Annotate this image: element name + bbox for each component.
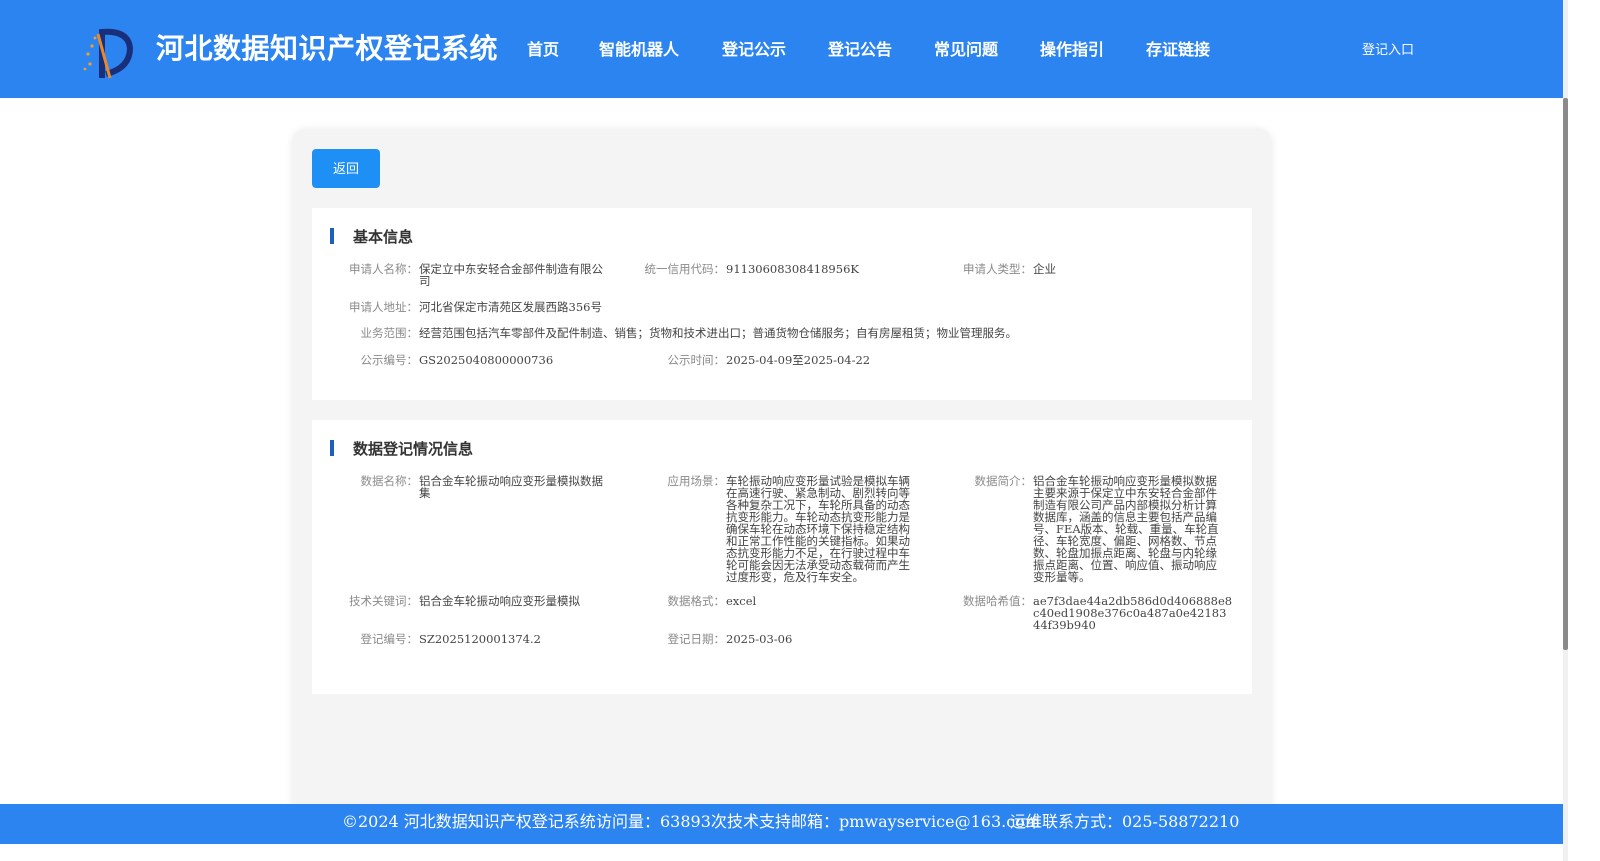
system-title: 河北数据知识产权登记系统	[156, 32, 499, 65]
data-intro-value: 铝合金车轮振动响应变形量模拟数据主要来源于保定立中东安轻合金部件制造有限公司产品…	[1033, 474, 1219, 584]
data-name-label: 数据名称：	[360, 474, 419, 488]
keywords-value: 铝合金车轮振动响应变形量模拟	[419, 594, 580, 608]
applicant-type-label: 申请人类型：	[963, 262, 1032, 276]
registration-date-value: 2025-03-06	[726, 632, 793, 646]
site-logo-icon	[83, 28, 134, 79]
scenario-value: 车轮振动响应变形量试验是模拟车辆在高速行驶、紧急制动、剧烈转向等各种复杂工况下，…	[726, 474, 910, 584]
data-hash-label: 数据哈希值：	[963, 594, 1032, 608]
footer-support-email: 技术支持邮箱：pmwayservice@163.com	[727, 812, 1040, 831]
nav-registration-publicity[interactable]: 登记公示	[722, 36, 786, 60]
data-hash-value: ae7f3dae44a2db586d0d406888e8c40ed1908e37…	[1033, 594, 1233, 632]
credit-code-label: 统一信用代码：	[644, 262, 726, 276]
notice-time-label: 公示时间：	[667, 353, 726, 367]
data-format-value: excel	[726, 594, 757, 608]
page-footer: ©2024 河北数据知识产权登记系统 访问量：63893次 技术支持邮箱：pmw…	[0, 804, 1563, 844]
business-scope-label: 业务范围：	[360, 326, 419, 340]
nav-guide[interactable]: 操作指引	[1040, 36, 1104, 60]
registration-no-value: SZ2025120001374.2	[419, 632, 541, 646]
footer-copyright: ©2024 河北数据知识产权登记系统	[342, 812, 596, 831]
nav-robot[interactable]: 智能机器人	[599, 36, 679, 60]
section-accent-bar	[330, 228, 334, 244]
notice-no-value: GS2025040800000736	[419, 353, 554, 367]
applicant-name-label: 申请人名称：	[349, 262, 418, 276]
address-label: 申请人地址：	[349, 300, 418, 314]
nav-faq[interactable]: 常见问题	[934, 36, 998, 60]
login-entry-link[interactable]: 登记入口	[1362, 39, 1414, 58]
basic-info-card: 基本信息 申请人名称： 保定立中东安轻合金部件制造有限公司 统一信用代码： 91…	[312, 208, 1252, 400]
data-registration-title: 数据登记情况信息	[353, 440, 474, 458]
data-name-value: 铝合金车轮振动响应变形量模拟数据集	[419, 474, 603, 500]
scenario-label: 应用场景：	[667, 474, 726, 488]
applicant-name-value: 保定立中东安轻合金部件制造有限公司	[419, 262, 603, 288]
data-registration-card: 数据登记情况信息 数据名称： 铝合金车轮振动响应变形量模拟数据集 应用场景： 车…	[312, 420, 1252, 694]
nav-evidence-link[interactable]: 存证链接	[1146, 36, 1210, 60]
top-header: 河北数据知识产权登记系统 首页 智能机器人 登记公示 登记公告 常见问题 操作指…	[0, 0, 1563, 98]
data-intro-label: 数据简介：	[974, 474, 1033, 488]
back-button[interactable]: 返回	[312, 149, 380, 188]
nav-home[interactable]: 首页	[527, 36, 559, 60]
data-format-label: 数据格式：	[667, 594, 726, 608]
keywords-label: 技术关键词：	[349, 594, 418, 608]
basic-info-title: 基本信息	[353, 228, 414, 246]
nav-registration-announcement[interactable]: 登记公告	[828, 36, 892, 60]
applicant-type-value: 企业	[1033, 262, 1056, 276]
business-scope-value: 经营范围包括汽车零部件及配件制造、销售；货物和技术进出口；普通货物仓储服务；自有…	[419, 326, 1017, 340]
registration-date-label: 登记日期：	[667, 632, 726, 646]
section-accent-bar	[330, 440, 334, 456]
credit-code-value: 91130608308418956K	[726, 262, 859, 276]
footer-ops-phone: 运维联系方式：025-58872210	[1010, 812, 1240, 831]
address-value: 河北省保定市清苑区发展西路356号	[419, 300, 602, 314]
footer-visits: 访问量：63893次	[596, 812, 727, 831]
notice-no-label: 公示编号：	[360, 353, 419, 367]
notice-time-value: 2025-04-09至2025-04-22	[726, 353, 871, 367]
registration-no-label: 登记编号：	[360, 632, 419, 646]
scrollbar-thumb[interactable]	[1563, 98, 1568, 650]
